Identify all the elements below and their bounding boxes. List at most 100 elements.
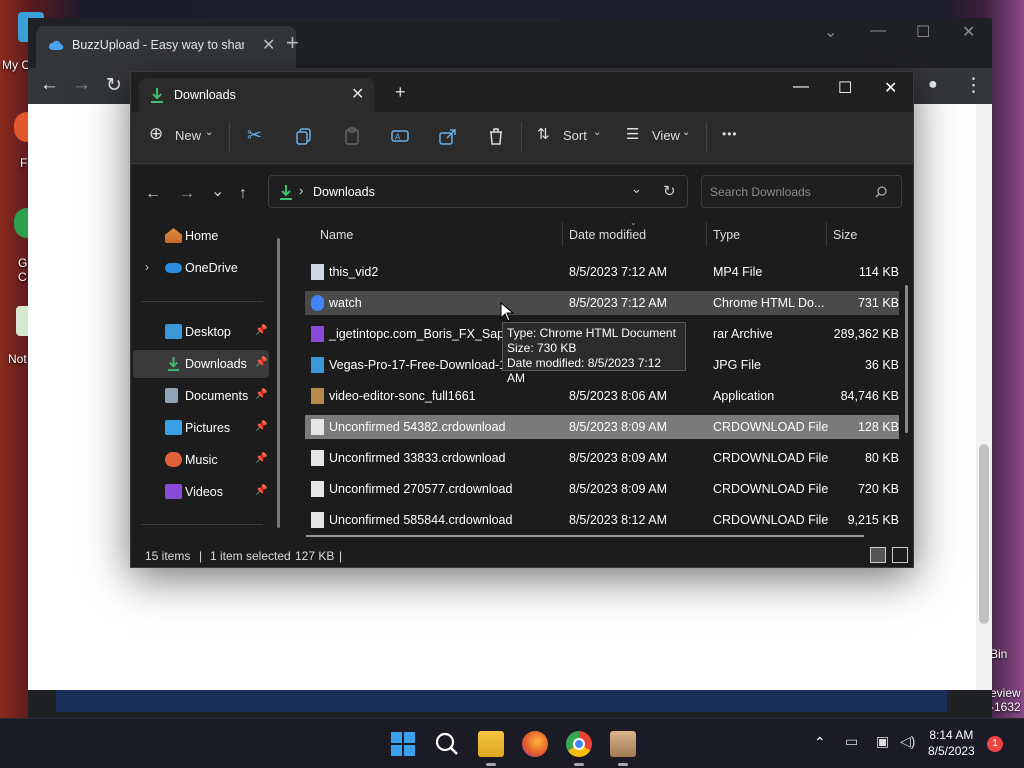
rename-icon[interactable]: A [390, 126, 410, 146]
explorer-tab-downloads[interactable]: Downloads ✕ [139, 78, 374, 112]
sidebar-item-videos[interactable]: Videos 📌 [133, 478, 269, 506]
new-button[interactable]: ⊕ New ⌄ [149, 124, 215, 148]
network-icon[interactable]: ▭ [845, 733, 858, 750]
installer-icon[interactable] [610, 731, 636, 757]
up-icon[interactable]: ↑ [239, 185, 247, 203]
file-explorer-window: Downloads ✕ + — ☐ ✕ ⊕ New ⌄ ✂ A ⇅ Sort ⌄… [130, 71, 914, 568]
video-file-icon [311, 264, 324, 280]
recent-locations-icon[interactable]: ⌄ [211, 181, 224, 201]
chrome-profile-icon[interactable]: ● [928, 76, 938, 94]
chrome-reload-icon[interactable]: ↻ [106, 74, 122, 97]
file-list-scrollbar[interactable] [905, 285, 908, 433]
explorer-address-row: ← → ⌄ ↑ › Downloads ⌄ ↻ [131, 165, 913, 217]
cut-icon[interactable]: ✂ [247, 125, 262, 146]
search-icon[interactable] [434, 731, 460, 757]
refresh-icon[interactable]: ↻ [663, 182, 676, 200]
chrome-tab[interactable]: BuzzUpload - Easy way to share y ✕ [36, 26, 296, 68]
sidebar-item-label: Music [185, 453, 218, 467]
chrome-tab-search-icon[interactable]: ⌄ [824, 22, 837, 42]
file-name: Unconfirmed 33833.crdownload [329, 451, 506, 465]
file-row[interactable]: watch 8/5/2023 7:12 AM Chrome HTML Do... 73… [305, 291, 899, 315]
search-input[interactable] [710, 183, 870, 201]
download-icon [151, 88, 163, 103]
windows-start-icon[interactable] [390, 731, 416, 757]
sidebar-item-onedrive[interactable]: › OneDrive [133, 254, 269, 282]
file-row[interactable]: Unconfirmed 585844.crdownload 8/5/2023 8:… [305, 508, 899, 532]
file-type: Application [713, 389, 775, 403]
system-clock[interactable]: 8:14 AM 8/5/2023 [928, 727, 975, 759]
sidebar-item-label: Videos [185, 485, 223, 499]
paste-icon[interactable] [342, 126, 362, 146]
navigation-pane: Home › OneDrive Desktop 📌 Downloads 📌 Do… [131, 218, 279, 535]
back-icon[interactable]: ← [145, 185, 161, 203]
column-header-date[interactable]: Date modified [569, 228, 646, 242]
sidebar-item-home[interactable]: Home [133, 222, 269, 250]
forward-icon[interactable]: → [179, 185, 195, 203]
toolbar-divider [229, 122, 230, 152]
column-header-size[interactable]: Size [833, 228, 857, 242]
search-box[interactable] [701, 175, 902, 208]
explorer-close-button[interactable]: ✕ [884, 78, 897, 98]
firefox-icon[interactable] [522, 731, 548, 757]
chrome-back-icon[interactable]: ← [40, 74, 59, 96]
file-row[interactable]: Unconfirmed 54382.crdownload 8/5/2023 8:0… [305, 415, 899, 439]
column-header-type[interactable]: Type [713, 228, 740, 242]
explorer-tab-close-icon[interactable]: ✕ [351, 84, 364, 104]
view-button[interactable]: ☰ View ⌄ [626, 126, 696, 148]
app-icon [311, 388, 324, 404]
chrome-new-tab-button[interactable]: + [286, 32, 299, 54]
explorer-maximize-button[interactable]: ☐ [838, 78, 852, 98]
image-file-icon [311, 357, 324, 373]
sidebar-item-desktop[interactable]: Desktop 📌 [133, 318, 269, 346]
column-header-name[interactable]: Name [320, 228, 353, 242]
details-view-icon[interactable] [870, 547, 886, 563]
volume-icon[interactable]: ◁) [900, 733, 915, 750]
file-row[interactable]: Unconfirmed 33833.crdownload 8/5/2023 8:0… [305, 446, 899, 470]
desktop-label-review: eview [990, 686, 1021, 700]
chrome-scroll-thumb[interactable] [979, 444, 989, 624]
chrome-scrollbar[interactable] [976, 104, 992, 690]
file-row[interactable]: video-editor-sonc_full1661 8/5/2023 8:06 … [305, 384, 899, 408]
file-list-horizontal-scrollbar[interactable] [306, 535, 864, 537]
display-icon[interactable]: ▣ [876, 733, 889, 750]
chrome-page-banner [56, 690, 947, 712]
expand-chevron-icon[interactable]: › [145, 260, 149, 274]
status-divider: | [339, 549, 343, 563]
file-row[interactable]: Unconfirmed 270577.crdownload 8/5/2023 8:… [305, 477, 899, 501]
chrome-menu-icon[interactable]: ⋮ [964, 74, 983, 97]
share-icon[interactable] [438, 126, 458, 146]
file-explorer-taskbar-icon[interactable] [478, 731, 504, 757]
sort-button[interactable]: ⇅ Sort ⌄ [537, 126, 607, 148]
address-bar[interactable]: › Downloads ⌄ ↻ [268, 175, 688, 208]
chrome-close-button[interactable]: ✕ [962, 22, 975, 42]
tray-chevron-icon[interactable]: ⌃ [814, 734, 826, 751]
sidebar-item-label: Pictures [185, 421, 231, 435]
more-options-icon[interactable]: ••• [722, 127, 738, 141]
pin-icon: 📌 [255, 357, 268, 368]
view-icon: ☰ [626, 126, 640, 143]
explorer-new-tab-button[interactable]: + [395, 83, 406, 101]
sidebar-item-documents[interactable]: Documents 📌 [133, 382, 269, 410]
chrome-minimize-button[interactable]: — [870, 22, 886, 40]
chrome-maximize-button[interactable]: ☐ [916, 22, 930, 42]
toolbar-divider [521, 122, 522, 152]
notification-badge[interactable]: 1 [987, 736, 1003, 752]
explorer-minimize-button[interactable]: — [793, 78, 809, 96]
address-dropdown-icon[interactable]: ⌄ [631, 181, 642, 197]
pin-icon: 📌 [255, 485, 268, 496]
address-path[interactable]: Downloads [313, 185, 375, 199]
desktop-label-recycle-bin: Bin [990, 647, 1008, 661]
sidebar-item-music[interactable]: Music 📌 [133, 446, 269, 474]
sidebar-item-pictures[interactable]: Pictures 📌 [133, 414, 269, 442]
file-name: video-editor-sonc_full1661 [329, 389, 476, 403]
file-row[interactable]: this_vid2 8/5/2023 7:12 AM MP4 File 114 KB [305, 260, 899, 284]
sidebar-scrollbar[interactable] [277, 238, 280, 528]
chrome-forward-icon[interactable]: → [72, 74, 91, 96]
delete-icon[interactable] [486, 126, 506, 146]
file-tooltip: Type: Chrome HTML Document Size: 730 KB … [502, 322, 686, 385]
copy-icon[interactable] [294, 126, 314, 146]
chrome-tab-close-icon[interactable]: ✕ [262, 35, 275, 55]
tiles-view-icon[interactable] [892, 547, 908, 563]
file-name: this_vid2 [329, 265, 379, 279]
sidebar-item-downloads[interactable]: Downloads 📌 [133, 350, 269, 378]
